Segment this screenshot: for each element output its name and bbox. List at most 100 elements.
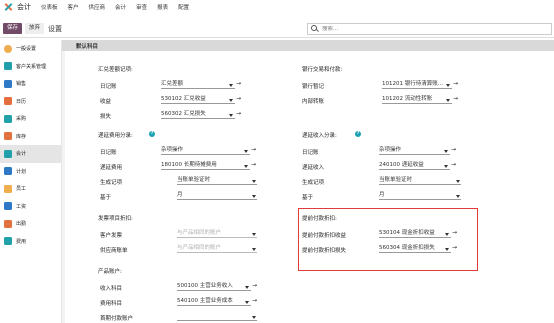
sidebar-item-label: 出勤 <box>16 221 27 228</box>
income-account-label: 收入科目 <box>100 286 123 292</box>
bank-suspense-field[interactable]: 101201 银行待清算账... <box>382 80 452 89</box>
discard-button[interactable]: 放弃 <box>25 23 45 34</box>
menu-accounting[interactable]: 会计 <box>115 3 126 11</box>
internal-link-icon[interactable]: → <box>451 162 456 168</box>
chevron-down-icon <box>444 150 448 153</box>
fx-block-title: 汇兑差额记项: <box>98 67 133 73</box>
chevron-down-icon <box>444 165 448 168</box>
control-panel: 保存 放弃 设置 <box>0 20 554 38</box>
internal-link-icon[interactable]: → <box>236 111 241 117</box>
internal-link-icon[interactable]: → <box>453 96 458 102</box>
customer-invoice-label: 客户发票 <box>100 233 123 239</box>
dr-account-field[interactable]: 240100 递延收益 <box>379 161 450 170</box>
sidebar-item-accounting[interactable]: 会计 <box>0 145 61 163</box>
internal-link-icon[interactable]: → <box>252 283 257 289</box>
sidebar-item-label: 库存 <box>16 133 27 140</box>
sidebar-item-expenses[interactable]: 费用 <box>0 233 61 251</box>
income-account-field[interactable]: 500100 主营业务收入 <box>177 282 251 291</box>
dr-generate-label: 生成记项 <box>302 180 325 186</box>
sidebar-item-payroll[interactable]: 工资 <box>0 198 61 216</box>
sidebar-item-attendance[interactable]: 出勤 <box>0 215 61 233</box>
settings-content: 汇兑差额记项: 日记账 汇兑差额 → 收益 530102 汇兑收益 → 损失 5… <box>65 51 554 323</box>
sidebar-item-label: 会计 <box>16 151 27 158</box>
dr-based-on-label: 基于 <box>302 195 314 201</box>
chevron-down-icon <box>446 99 450 102</box>
breadcrumb: 设置 <box>48 24 63 33</box>
sidebar-item-label: 费用 <box>16 238 27 245</box>
sidebar-item-inventory[interactable]: 库存 <box>0 128 61 146</box>
sidebar-item-general[interactable]: 一般设置 <box>0 40 61 58</box>
internal-link-icon[interactable]: → <box>451 147 456 153</box>
deferred-expense-title: 递延费用分录: <box>98 133 133 139</box>
attendance-icon <box>4 219 12 228</box>
app-title[interactable]: 会计 <box>17 2 31 12</box>
menu-review[interactable]: 审查 <box>136 3 147 11</box>
help-icon[interactable]: ? <box>355 131 361 137</box>
de-account-field[interactable]: 180100 长期待摊费用 <box>161 161 250 170</box>
general-settings-icon <box>4 44 12 53</box>
de-journal-label: 日记账 <box>100 150 117 156</box>
internal-link-icon[interactable]: → <box>236 81 241 87</box>
fx-gain-field[interactable]: 530102 汇兑收益 <box>161 95 235 104</box>
menu-customers[interactable]: 客户 <box>68 3 79 11</box>
sidebar-item-planning[interactable]: 计划 <box>0 163 61 181</box>
dr-journal-field[interactable]: 杂项操作 <box>379 146 450 155</box>
internal-link-icon[interactable]: → <box>251 162 256 168</box>
de-journal-field[interactable]: 杂项操作 <box>161 146 250 155</box>
internal-link-icon[interactable]: → <box>251 147 256 153</box>
chevron-down-icon <box>229 84 233 87</box>
customer-invoice-field[interactable]: 与产品相同的账户 <box>177 229 257 238</box>
de-generate-label: 生成记项 <box>100 180 123 186</box>
purchase-icon <box>4 114 12 123</box>
help-icon[interactable]: ? <box>149 131 155 137</box>
chevron-down-icon <box>252 248 256 251</box>
sidebar-item-label: 采购 <box>16 116 27 123</box>
inventory-icon <box>4 132 12 141</box>
settings-sidebar: 一般设置 客户关系管理 销售 日历 采购 库存 会计 计划 员工 工资 出勤 费… <box>0 40 62 323</box>
search-icon <box>311 25 319 33</box>
downpayment-account-field[interactable] <box>177 312 257 321</box>
chevron-down-icon <box>252 180 256 183</box>
sidebar-item-label: 销售 <box>16 81 27 88</box>
sidebar-item-crm[interactable]: 客户关系管理 <box>0 58 61 76</box>
app-logo-icon[interactable] <box>3 2 13 12</box>
sidebar-item-employees[interactable]: 员工 <box>0 180 61 198</box>
sidebar-item-purchase[interactable]: 采购 <box>0 110 61 128</box>
deferred-revenue-title: 递延收入分录: <box>302 133 337 139</box>
menu-reports[interactable]: 报表 <box>157 3 168 11</box>
internal-link-icon[interactable]: → <box>252 298 257 304</box>
internal-link-icon[interactable]: → <box>453 81 458 87</box>
expense-account-field[interactable]: 540100 主营业务成本 <box>177 297 251 306</box>
chevron-down-icon <box>245 301 249 304</box>
dr-based-on-select[interactable]: 月 <box>379 191 461 200</box>
sidebar-item-calendar[interactable]: 日历 <box>0 93 61 111</box>
planning-icon <box>4 167 12 176</box>
menu-configuration[interactable]: 配置 <box>178 3 189 11</box>
dr-journal-label: 日记账 <box>302 150 319 156</box>
section-title: 默认科目 <box>76 44 99 50</box>
search-input[interactable] <box>322 26 542 32</box>
sidebar-item-sales[interactable]: 销售 <box>0 75 61 93</box>
expenses-icon <box>4 237 12 246</box>
crm-icon <box>4 62 12 71</box>
vendor-bill-field[interactable]: 与产品相同的账户 <box>177 244 257 253</box>
bank-transfer-field[interactable]: 101202 流动性转账 <box>382 95 452 104</box>
sidebar-item-label: 一般设置 <box>16 46 37 53</box>
menu-vendors[interactable]: 供应商 <box>89 3 106 11</box>
fx-loss-label: 损失 <box>100 114 112 120</box>
fx-loss-field[interactable]: 560302 汇兑损失 <box>161 110 235 119</box>
de-generate-select[interactable]: 当账单验证时 <box>177 176 257 185</box>
dr-generate-select[interactable]: 当账单验证时 <box>379 176 461 185</box>
chevron-down-icon <box>252 195 256 198</box>
section-header: 默认科目 <box>62 40 554 51</box>
chevron-down-icon <box>229 99 233 102</box>
fx-journal-field[interactable]: 汇兑差额 <box>161 80 235 89</box>
chevron-down-icon <box>229 114 233 117</box>
downpayment-account-label: 首期付款账户 <box>100 316 134 322</box>
de-based-on-select[interactable]: 月 <box>177 191 257 200</box>
internal-link-icon[interactable]: → <box>236 96 241 102</box>
chevron-down-icon <box>252 316 256 319</box>
chevron-down-icon <box>456 180 460 183</box>
menu-dashboard[interactable]: 仪表板 <box>41 3 58 11</box>
save-button[interactable]: 保存 <box>3 23 23 34</box>
